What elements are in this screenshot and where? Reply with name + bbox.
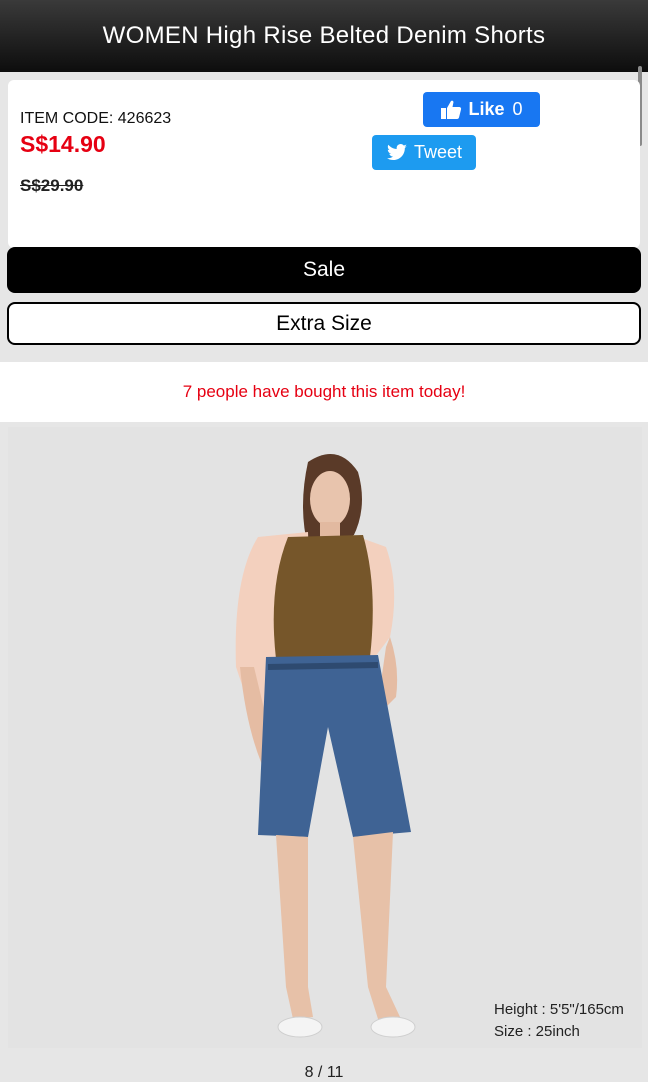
model-size: Size : 25inch (494, 1023, 580, 1040)
like-label: Like (468, 99, 505, 119)
sale-tag-button[interactable]: Sale (7, 247, 641, 293)
page-title: WOMEN High Rise Belted Denim Shorts (102, 22, 546, 49)
product-image[interactable]: Height : 5'5"/165cm Size : 25inch (8, 427, 642, 1048)
twitter-bird-icon (386, 143, 408, 162)
page-header: WOMEN High Rise Belted Denim Shorts (0, 0, 648, 72)
tweet-button[interactable]: Tweet (372, 135, 476, 170)
tweet-label: Tweet (413, 142, 463, 162)
model-size-caption: Height : 5'5"/165cm Size : 25inch (494, 999, 624, 1043)
item-code: ITEM CODE: 426623 (20, 110, 172, 127)
image-pager: 8 / 11 (304, 1064, 344, 1081)
original-price: S$29.90 (20, 176, 84, 195)
facebook-like-button[interactable]: Like 0 (423, 92, 540, 127)
model-height: Height : 5'5"/165cm (494, 1001, 624, 1018)
like-count: 0 (512, 99, 523, 119)
sale-price: S$14.90 (20, 131, 106, 157)
extra-size-tag-button[interactable]: Extra Size (7, 302, 641, 345)
promo-band: 7 people have bought this item today! (0, 362, 648, 422)
promo-message: 7 people have bought this item today! (182, 382, 466, 401)
model-photo (8, 427, 642, 1048)
product-info-card: ITEM CODE: 426623 S$14.90 S$29.90 Like 0… (8, 80, 640, 248)
thumbs-up-icon (440, 100, 462, 120)
